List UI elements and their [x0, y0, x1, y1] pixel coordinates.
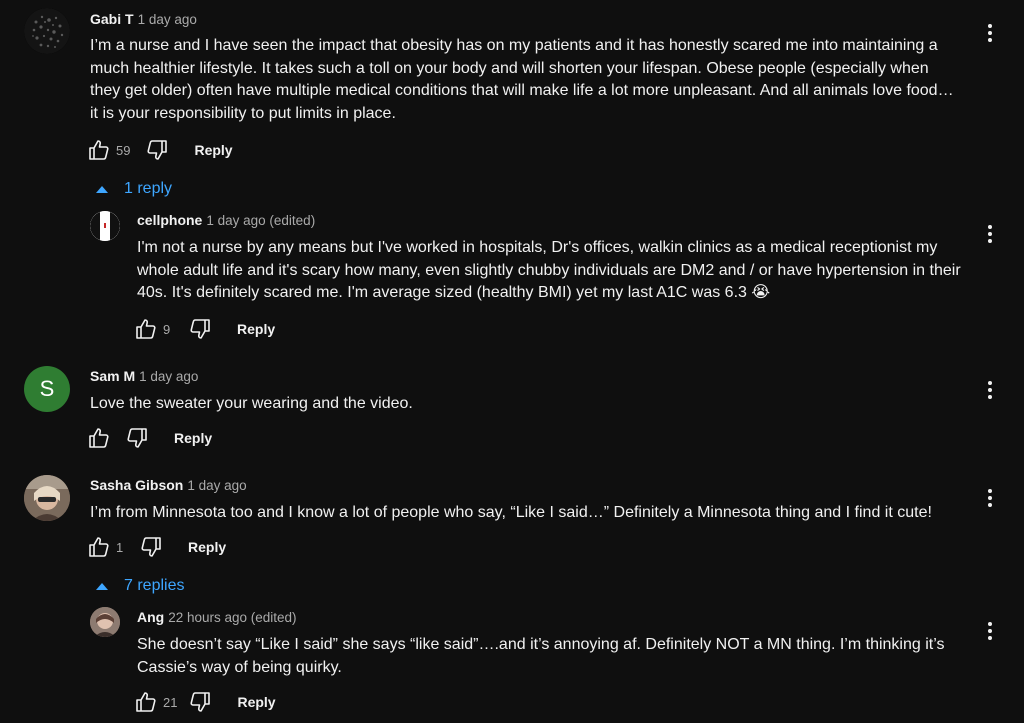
comment-text: She doesn’t say “Like I said” she says “…: [137, 634, 977, 679]
thumb-down-icon: [141, 537, 161, 557]
comment-text-line: whole adult life and it's scary how many…: [137, 261, 961, 279]
thumb-down-icon: [190, 692, 211, 712]
like-count: 9: [163, 321, 171, 337]
comment-actions: 21 Reply: [133, 690, 276, 714]
comment-text-line: 40s. It's definitely scared me. I'm aver…: [137, 284, 771, 301]
avatar[interactable]: [24, 8, 70, 54]
comment-text-line: I'm not a nurse by any means but I've wo…: [137, 239, 938, 256]
more-vert-icon: [988, 622, 992, 640]
thumb-up-icon: [136, 692, 156, 712]
like-count: 21: [163, 694, 178, 710]
action-menu-button[interactable]: [980, 486, 1000, 510]
thumb-up-icon: [136, 319, 156, 339]
like-button[interactable]: [133, 317, 159, 341]
comment-text: I’m from Minnesota too and I know a lot …: [90, 502, 970, 525]
comment-text-line: Cassie’s way of being quirky.: [137, 658, 342, 676]
comment-text-line: I’m from Minnesota too and I know a lot …: [90, 504, 932, 521]
thumb-up-icon: [89, 428, 109, 448]
reply-button[interactable]: Reply: [237, 321, 275, 337]
action-menu-button[interactable]: [980, 222, 1000, 246]
replies-toggle-label: 7 replies: [124, 577, 185, 594]
more-vert-icon: [988, 225, 992, 243]
timestamp[interactable]: 1 day ago: [187, 478, 246, 493]
dislike-button[interactable]: [124, 426, 150, 450]
replies-toggle[interactable]: 7 replies: [96, 577, 184, 595]
comment-text: Love the sweater your wearing and the vi…: [90, 393, 970, 416]
avatar-letter: S: [39, 376, 55, 401]
action-menu-button[interactable]: [980, 21, 1000, 45]
timestamp[interactable]: 1 day ago: [138, 12, 197, 27]
like-button[interactable]: [86, 426, 112, 450]
author-name[interactable]: Sasha Gibson: [90, 477, 183, 493]
like-count: 59: [116, 142, 131, 158]
timestamp[interactable]: 1 day ago (edited): [206, 213, 315, 228]
dislike-button[interactable]: [187, 317, 213, 341]
author-name[interactable]: Ang: [137, 609, 164, 625]
reply-button[interactable]: Reply: [194, 142, 232, 158]
dislike-button[interactable]: [187, 690, 213, 714]
comment-actions: 9 Reply: [133, 317, 275, 341]
comment-actions: 59 Reply: [86, 138, 233, 162]
avatar[interactable]: [90, 607, 120, 637]
more-vert-icon: [988, 381, 992, 399]
caret-up-icon: [96, 185, 108, 193]
comment-text-line: they get older) often have multiple medi…: [90, 82, 954, 99]
thumb-down-icon: [190, 319, 210, 339]
dislike-button[interactable]: [138, 535, 164, 559]
thumb-up-icon: [89, 140, 109, 160]
like-button[interactable]: [86, 138, 112, 162]
author-name[interactable]: Gabi T: [90, 11, 134, 27]
action-menu-button[interactable]: [980, 619, 1000, 643]
thumb-down-icon: [127, 428, 147, 448]
caret-up-icon: [96, 582, 108, 590]
comment-text: I’m a nurse and I have seen the impact t…: [90, 35, 970, 125]
like-count: 1: [116, 539, 124, 555]
timestamp[interactable]: 22 hours ago (edited): [168, 610, 296, 625]
action-menu-button[interactable]: [980, 378, 1000, 402]
avatar[interactable]: S: [24, 366, 70, 412]
thumb-down-icon: [147, 140, 168, 160]
comment-actions: Reply: [86, 426, 212, 450]
author-name[interactable]: Sam M: [90, 368, 135, 384]
reply-button[interactable]: Reply: [174, 430, 212, 446]
comment-text-line: it is your responsibility to put limits …: [90, 104, 396, 122]
comment-text-line: She doesn’t say “Like I said” she says “…: [137, 636, 945, 653]
reply-button[interactable]: Reply: [237, 694, 275, 710]
thumb-up-icon: [89, 537, 109, 557]
like-button[interactable]: [133, 690, 159, 714]
like-button[interactable]: [86, 535, 112, 559]
timestamp[interactable]: 1 day ago: [139, 369, 198, 384]
replies-toggle-label: 1 reply: [124, 180, 173, 197]
replies-toggle[interactable]: 1 reply: [96, 180, 172, 198]
comment-actions: 1 Reply: [86, 535, 226, 559]
reply-button[interactable]: Reply: [188, 539, 226, 555]
comment-text-line: I’m a nurse and I have seen the impact t…: [90, 37, 938, 54]
author-name[interactable]: cellphone: [137, 212, 202, 228]
comment-text-line: much healthier lifestyle. It takes such …: [90, 59, 929, 77]
more-vert-icon: [988, 24, 992, 42]
comment-text-line: Love the sweater your wearing and the vi…: [90, 395, 413, 412]
more-vert-icon: [988, 489, 992, 507]
avatar[interactable]: [90, 211, 120, 241]
dislike-button[interactable]: [144, 138, 170, 162]
comment-text: I'm not a nurse by any means but I've wo…: [137, 237, 977, 305]
avatar[interactable]: [24, 475, 70, 521]
